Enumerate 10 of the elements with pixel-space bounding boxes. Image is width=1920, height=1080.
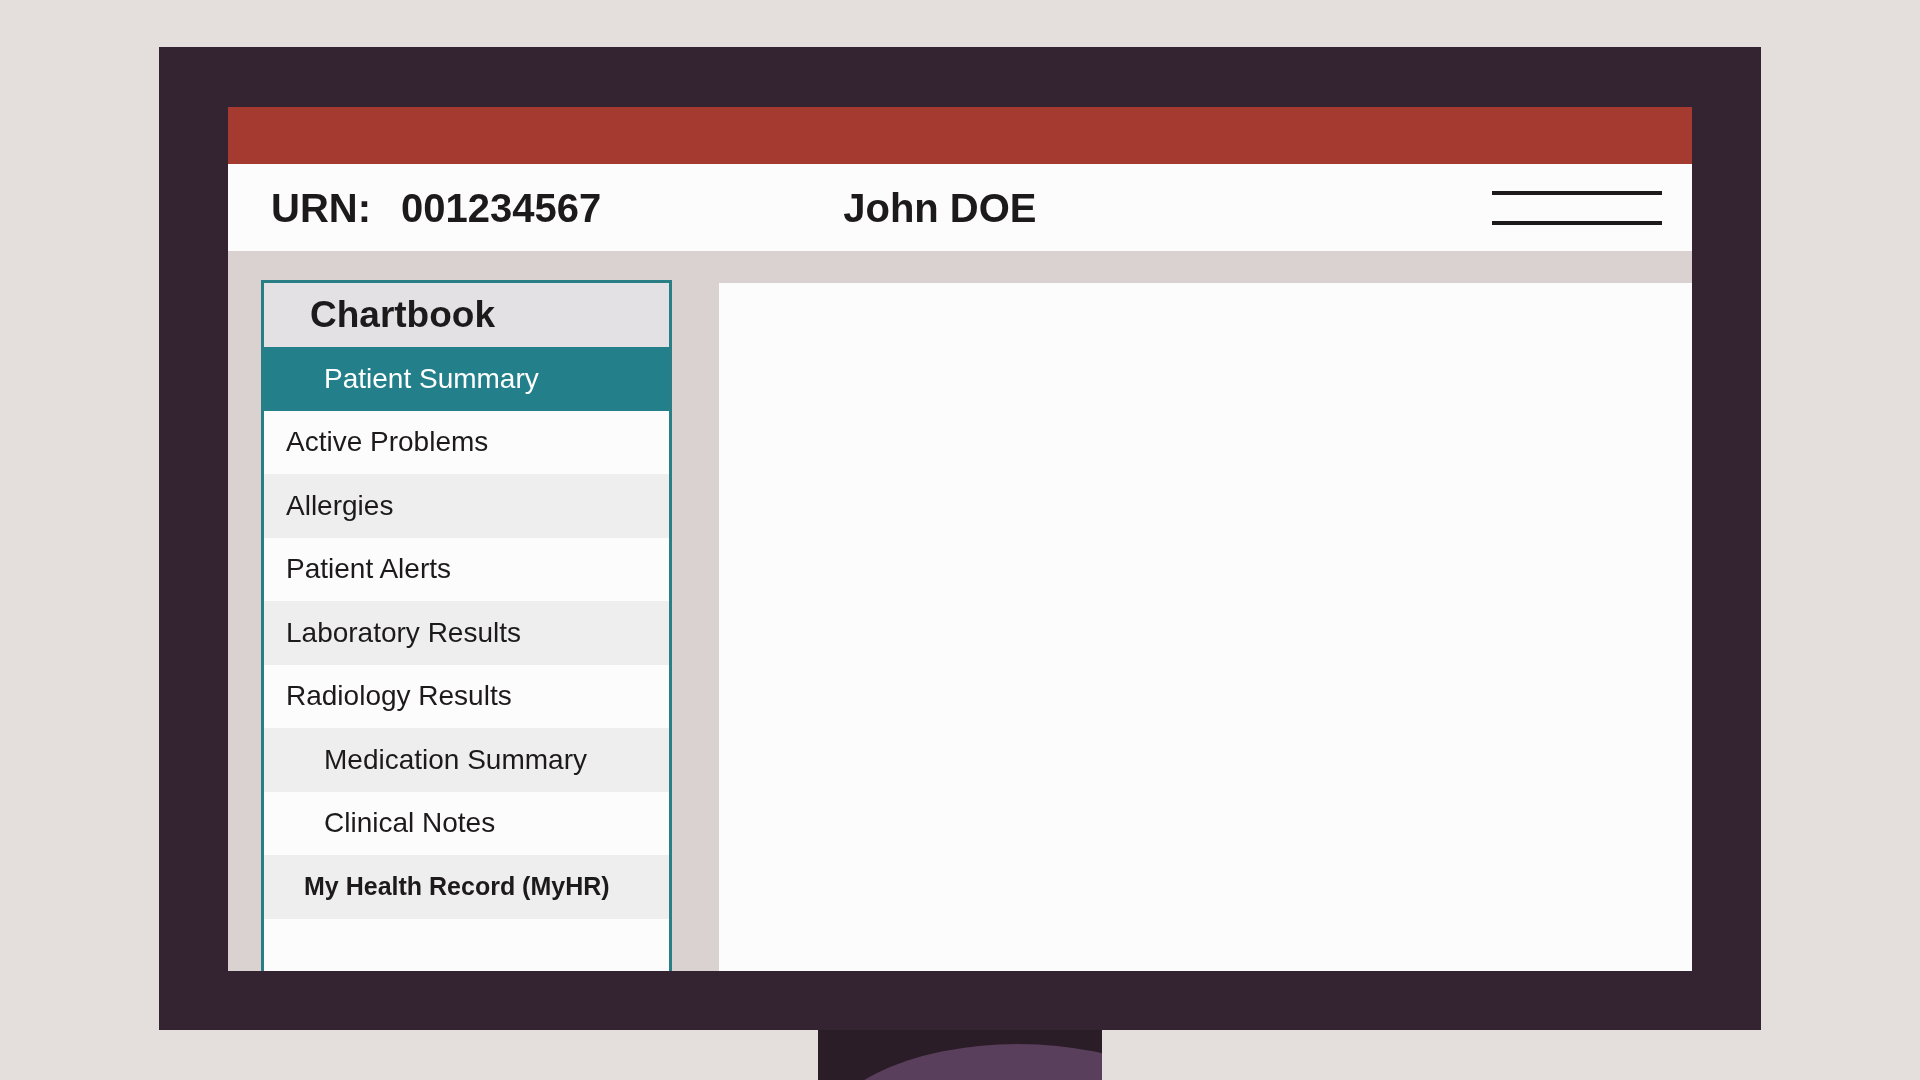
chartbook-item[interactable]: Laboratory Results: [264, 601, 669, 665]
patient-name: John DOE: [843, 184, 1037, 232]
menu-icon[interactable]: [1492, 190, 1662, 225]
chartbook-item[interactable]: Medication Summary: [264, 728, 669, 792]
panel-title: Chartbook: [310, 293, 495, 338]
chartbook-item[interactable]: My Health Record (MyHR): [264, 855, 669, 919]
urn-value: 001234567: [401, 184, 602, 232]
chartbook-item[interactable]: Patient Summary: [264, 347, 669, 411]
urn-label: URN:: [271, 184, 371, 232]
chartbook-item[interactable]: Allergies: [264, 474, 669, 538]
